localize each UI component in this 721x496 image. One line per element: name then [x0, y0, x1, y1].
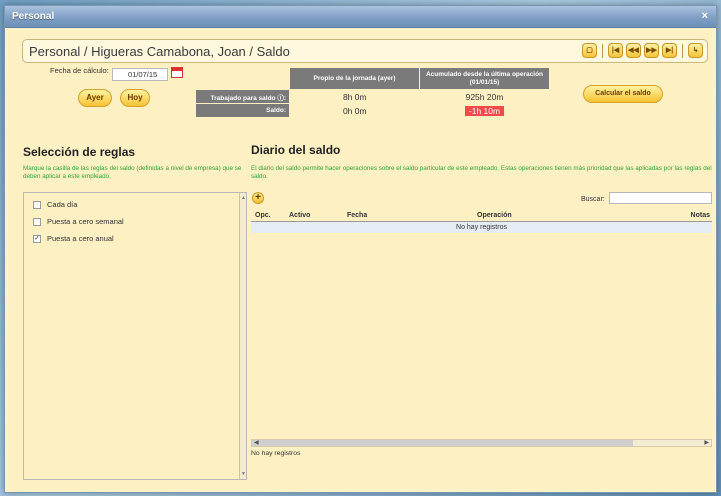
nav-separator — [602, 43, 603, 58]
column-header[interactable]: Fecha — [347, 210, 477, 222]
rule-checkbox[interactable] — [33, 200, 41, 209]
close-icon[interactable]: × — [702, 10, 708, 22]
nav-separator — [682, 43, 683, 58]
records-footer: No hay registros — [251, 450, 301, 457]
date-input[interactable] — [112, 68, 168, 81]
summary-worked-accum: 925h 20m — [465, 91, 504, 102]
hoy-button[interactable]: Hoy — [120, 89, 150, 107]
breadcrumb-path: Personal / Higueras Camabona, Joan / Sal… — [29, 44, 290, 59]
first-icon[interactable]: |◀ — [608, 43, 623, 58]
rule-label: Puesta a cero anual — [47, 234, 114, 243]
summary-balance-accum: -1h 10m — [464, 105, 505, 116]
column-header[interactable]: Opc. — [251, 210, 289, 222]
column-header[interactable]: Activo — [289, 210, 347, 222]
empty-row: No hay registros — [251, 221, 712, 233]
rule-checkbox-checked[interactable]: ✓ — [33, 234, 41, 243]
rule-item[interactable]: Cada día — [33, 200, 77, 209]
window-titlebar[interactable]: Personal × — [5, 6, 716, 28]
window-content: Personal / Higueras Camabona, Joan / Sal… — [9, 30, 712, 490]
next-icon[interactable]: ▶▶ — [644, 43, 659, 58]
diario-grid-area — [251, 234, 712, 440]
summary-corner — [196, 68, 290, 90]
prev-icon[interactable]: ◀◀ — [626, 43, 641, 58]
summary-header-day: Propio de la jornada (ayer) — [289, 67, 420, 90]
document-icon[interactable]: ▢ — [582, 43, 597, 58]
scroll-up-icon[interactable]: ▲ — [241, 195, 246, 201]
summary-row-balance-label: Saldo: — [195, 103, 290, 118]
rules-title: Selección de reglas — [23, 145, 136, 159]
summary-table: Propio de la jornada (ayer) Acumulado de… — [195, 67, 550, 118]
rules-description: Marque la casilla de las reglas del sald… — [23, 165, 242, 180]
summary-balance-accum-cell: -1h 10m — [420, 104, 550, 118]
rules-scrollbar[interactable]: ▲ ▼ — [239, 193, 246, 479]
personal-window: Personal × Personal / Higueras Camabona,… — [4, 5, 717, 493]
diario-description: El diario del saldo permite hacer operac… — [251, 165, 712, 180]
search-label: Buscar: — [581, 196, 605, 203]
scroll-down-icon[interactable]: ▼ — [241, 471, 246, 477]
column-header[interactable]: Notas — [672, 210, 712, 222]
window-title: Personal — [12, 11, 55, 22]
summary-header-accum: Acumulado desde la última operación (01/… — [419, 67, 550, 90]
date-label: Fecha de cálculo: — [50, 66, 109, 75]
rule-item[interactable]: Puesta a cero semanal — [33, 217, 124, 226]
summary-worked-day: 8h 0m — [342, 91, 367, 102]
scroll-right-icon[interactable]: ▶ — [704, 439, 709, 446]
calendar-icon[interactable] — [171, 67, 183, 78]
rule-checkbox[interactable] — [33, 217, 41, 226]
rule-label: Puesta a cero semanal — [47, 217, 124, 226]
column-header[interactable]: Operación — [477, 210, 672, 222]
breadcrumb: Personal / Higueras Camabona, Joan / Sal… — [22, 39, 708, 63]
rule-label: Cada día — [47, 200, 78, 209]
diario-title: Diario del saldo — [251, 143, 341, 157]
rule-item[interactable]: ✓ Puesta a cero anual — [33, 234, 114, 243]
last-icon[interactable]: ▶| — [662, 43, 677, 58]
summary-row-worked-label: Trabajado para saldo ⓘ: — [195, 89, 290, 104]
scroll-left-icon[interactable]: ◀ — [254, 439, 259, 446]
record-navigation: ▢ |◀ ◀◀ ▶▶ ▶| ↳ — [582, 43, 703, 58]
ayer-button[interactable]: Ayer — [78, 89, 112, 107]
search-input[interactable] — [609, 192, 712, 204]
add-icon[interactable]: + — [252, 192, 264, 204]
exit-icon[interactable]: ↳ — [688, 43, 703, 58]
summary-balance-day: 0h 0m — [342, 105, 367, 116]
diario-hscrollbar[interactable]: ◀ ▶ — [251, 439, 712, 447]
rules-list: Cada día Puesta a cero semanal ✓ Puesta … — [23, 192, 247, 480]
diario-table: Opc. Activo Fecha Operación Notas No hay… — [251, 210, 712, 233]
calcular-saldo-button[interactable]: Calcular el saldo — [583, 85, 663, 103]
